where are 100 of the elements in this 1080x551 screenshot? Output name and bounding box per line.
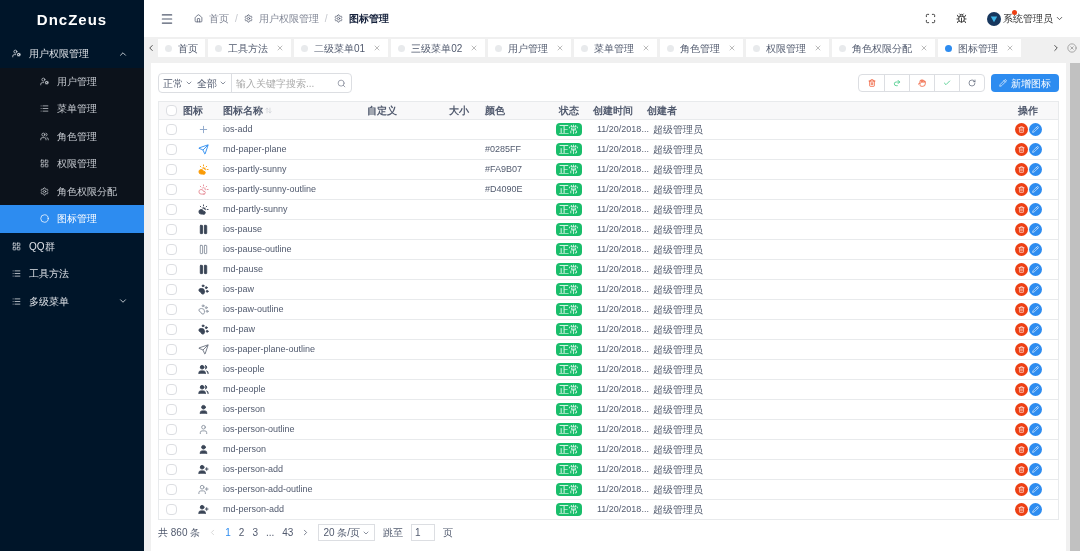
checkbox[interactable] [165, 364, 177, 375]
search-field[interactable]: 输入关键字搜索... [231, 74, 351, 92]
column-header[interactable]: 图标名称 [223, 103, 272, 118]
edit-button[interactable] [1028, 423, 1042, 436]
checkbox[interactable] [165, 204, 177, 215]
close-icon[interactable] [1006, 44, 1015, 52]
delete-button[interactable] [1014, 403, 1028, 416]
delete-button[interactable] [1014, 343, 1028, 356]
delete-button[interactable] [1014, 163, 1028, 176]
delete-button[interactable] [1014, 483, 1028, 496]
user-name[interactable]: 系统管理员 [1003, 11, 1053, 26]
page-tab[interactable]: 权限管理 [746, 39, 830, 57]
delete-button[interactable] [1014, 503, 1028, 516]
edit-button[interactable] [1028, 283, 1042, 296]
edit-button[interactable] [1028, 203, 1042, 216]
sidebar-item[interactable]: 角色管理 [0, 122, 144, 150]
edit-button[interactable] [1028, 123, 1042, 136]
delete-button[interactable] [1014, 423, 1028, 436]
page-link[interactable]: 3 [252, 525, 258, 540]
sidebar-item[interactable]: QQ群 [0, 232, 144, 260]
delete-button[interactable] [1014, 443, 1028, 456]
page-link[interactable]: ... [265, 525, 275, 540]
edit-button[interactable] [1028, 463, 1042, 476]
delete-button[interactable] [1014, 383, 1028, 396]
breadcrumb-link[interactable]: 用户权限管理 [258, 11, 319, 26]
scroll-right-icon[interactable] [1051, 43, 1061, 53]
close-icon[interactable] [470, 44, 479, 52]
checkbox[interactable] [165, 184, 177, 195]
checkbox[interactable] [165, 244, 177, 255]
checkbox[interactable] [165, 284, 177, 295]
delete-button[interactable] [1014, 283, 1028, 296]
delete-button[interactable] [1014, 183, 1028, 196]
page-tab[interactable]: 图标管理 [938, 39, 1022, 57]
checkbox[interactable] [165, 304, 177, 315]
edit-button[interactable] [1028, 403, 1042, 416]
checkbox[interactable] [165, 344, 177, 355]
sidebar-item[interactable]: 菜单管理 [0, 95, 144, 123]
checkbox[interactable] [165, 424, 177, 435]
delete-button[interactable] [1014, 203, 1028, 216]
close-icon[interactable] [276, 44, 284, 52]
close-icon[interactable] [728, 44, 737, 52]
close-icon[interactable] [373, 44, 382, 52]
edit-button[interactable] [1028, 243, 1042, 256]
close-icon[interactable] [920, 44, 929, 52]
sidebar-item[interactable]: 用户管理 [0, 67, 144, 95]
edit-button[interactable] [1028, 503, 1042, 516]
breadcrumb-link[interactable]: 首页 [209, 11, 229, 26]
checkbox[interactable] [165, 164, 177, 175]
close-icon[interactable] [556, 44, 565, 52]
checkbox[interactable] [165, 224, 177, 235]
close-icon[interactable] [1067, 43, 1077, 53]
checkbox[interactable] [165, 264, 177, 275]
page-tab[interactable]: 首页 [158, 39, 205, 57]
edit-button[interactable] [1028, 263, 1042, 276]
edit-button[interactable] [1028, 343, 1042, 356]
page-tab[interactable]: 用户管理 [488, 39, 572, 57]
sidebar-item[interactable]: 工具方法 [0, 260, 144, 288]
scroll-bar[interactable] [1070, 63, 1080, 551]
checkbox[interactable] [165, 444, 177, 455]
delete-button[interactable] [1014, 323, 1028, 336]
checkbox[interactable] [165, 124, 177, 135]
delete-button[interactable] [1014, 363, 1028, 376]
page-tab[interactable]: 菜单管理 [574, 39, 658, 57]
page-tab[interactable]: 二级菜单01 [294, 39, 389, 57]
edit-button[interactable] [1028, 143, 1042, 156]
edit-button[interactable] [1028, 483, 1042, 496]
sidebar-item[interactable]: 用户权限管理 [0, 40, 144, 68]
delete-button[interactable] [1014, 223, 1028, 236]
edit-button[interactable] [1028, 323, 1042, 336]
page-tab[interactable]: 三级菜单02 [391, 39, 486, 57]
page-tab[interactable]: 角色管理 [660, 39, 744, 57]
checkbox[interactable] [165, 464, 177, 475]
scroll-left-icon[interactable] [146, 43, 156, 53]
fullscreen-icon[interactable] [925, 13, 936, 24]
page-link[interactable]: 43 [282, 525, 294, 540]
close-icon[interactable] [814, 44, 823, 52]
page-link[interactable]: 2 [238, 525, 245, 540]
edit-button[interactable] [1028, 163, 1042, 176]
sidebar-item[interactable]: 角色权限分配 [0, 177, 144, 205]
delete-button[interactable] [1014, 143, 1028, 156]
edit-button[interactable] [1028, 303, 1042, 316]
edit-button[interactable] [1028, 363, 1042, 376]
edit-button[interactable] [1028, 223, 1042, 236]
delete-button[interactable] [1014, 123, 1028, 136]
checkbox[interactable] [165, 384, 177, 395]
delete-button[interactable] [1014, 303, 1028, 316]
page-tab[interactable]: 角色权限分配 [832, 39, 936, 57]
page-tab[interactable]: 工具方法 [208, 39, 291, 57]
checkbox[interactable] [165, 324, 177, 335]
scope-select[interactable]: 全部 [197, 75, 231, 91]
search-icon[interactable] [337, 78, 346, 88]
checkbox[interactable] [165, 484, 177, 495]
checkbox[interactable] [165, 144, 177, 155]
delete-button[interactable] [1014, 243, 1028, 256]
bug-icon[interactable] [956, 13, 967, 24]
delete-button[interactable] [1014, 263, 1028, 276]
edit-button[interactable] [1028, 383, 1042, 396]
caret-icon[interactable] [1055, 14, 1064, 23]
page-link[interactable]: 1 [225, 525, 231, 540]
delete-button[interactable] [1014, 463, 1028, 476]
